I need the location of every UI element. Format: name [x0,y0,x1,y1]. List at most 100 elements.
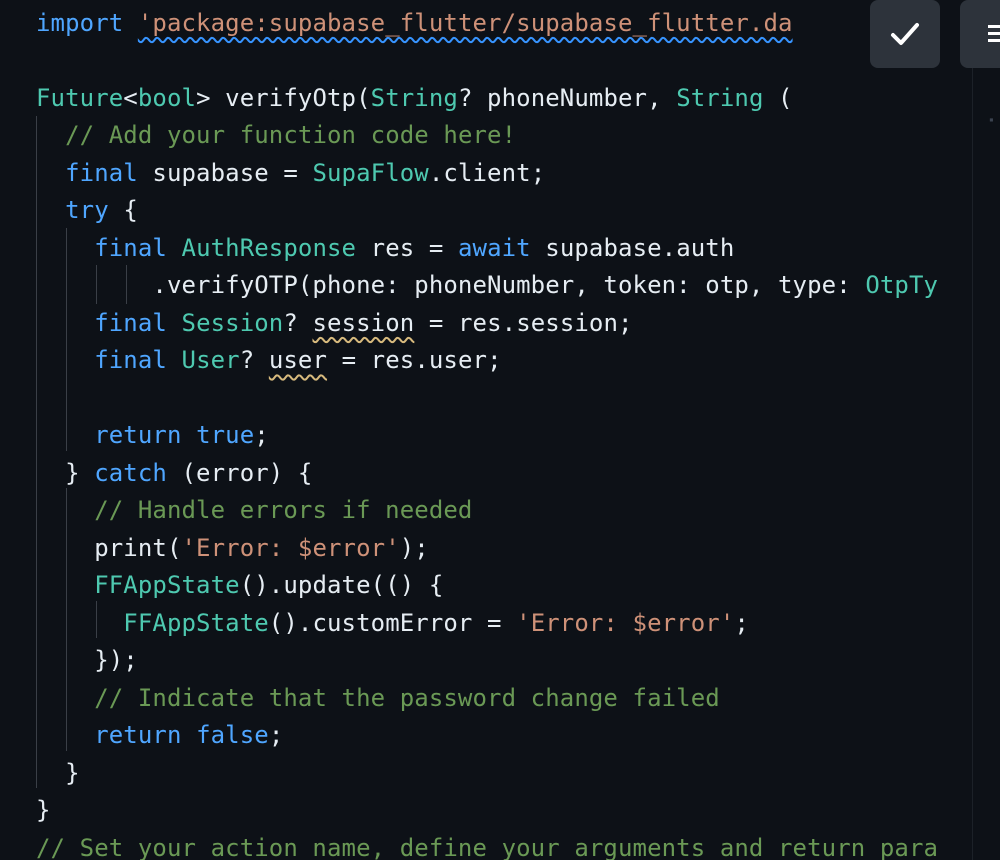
code-line: return false; [36,717,283,755]
code-line: FFAppState().update(() { [36,567,443,605]
code-token: // Indicate that the password change fai… [94,683,720,712]
code-token: return [94,721,182,749]
code-line: final Session? session = res.session; [36,305,633,343]
code-token: Future [36,83,124,112]
code-token: ); [399,533,429,562]
code-token: FFAppState [123,608,269,637]
code-token: > verifyOtp( [196,83,371,112]
code-token: 'Error: $error' [181,533,400,562]
code-token: FFAppState [94,571,240,599]
code-token: final [94,308,167,337]
code-token: String [676,83,764,112]
code-token: true [196,421,255,449]
code-token: = res.session; [414,308,633,337]
menu-button[interactable] [960,0,1000,68]
indent-guide [96,265,97,304]
code-token: < [123,83,138,112]
code-token: ( [763,83,793,112]
code-token: .verifyOTP(phone: phoneNumber, token: ot… [36,271,866,299]
indent-guide [36,116,37,788]
indent-guide [126,265,127,304]
code-token: ; [268,721,284,749]
code-token: OtpTy [865,271,939,299]
code-token: // Add your function code here! [65,121,517,149]
code-token: 'package:supabase_flutter/supabase_flutt… [137,8,793,37]
indent-guide [66,228,67,451]
code-token: ; [734,608,749,637]
code-line: } catch (error) { [36,455,312,493]
code-line: // Add your function code here! [36,117,516,155]
code-token: supabase = [137,158,313,187]
code-token: String [370,83,458,112]
code-token: Session [181,308,284,337]
menu-icon [988,25,1000,42]
code-line: // Handle errors if needed [36,492,472,530]
code-token: ? [239,346,269,374]
overview-ruler[interactable]: ▪ [972,0,1000,860]
code-token: User [181,346,240,374]
code-token: return [94,421,182,449]
code-token: catch [94,458,167,487]
code-token: } [36,796,51,824]
code-line: .verifyOTP(phone: phoneNumber, token: ot… [36,267,938,305]
code-token: { [108,196,138,224]
code-token: }); [36,646,138,674]
code-line: final User? user = res.user; [36,342,502,380]
check-icon [891,23,919,45]
code-line: import 'package:supabase_flutter/supabas… [36,5,793,43]
code-token: // Handle errors if needed [94,496,473,524]
code-line: print('Error: $error'); [36,530,429,568]
code-line: Future<bool> verifyOtp(String? phoneNumb… [36,80,793,118]
code-token: ; [254,421,269,449]
code-token: res = [356,233,458,262]
code-line: } [36,755,80,793]
code-token: .client; [428,158,546,187]
code-token: 'Error: $error' [516,608,735,637]
indent-guide [66,488,67,751]
code-token: user [268,346,328,374]
confirm-button[interactable] [870,0,940,68]
code-token: import [36,8,124,37]
code-token: ? phoneNumber, [457,83,677,112]
code-token: // Set your action name, define your arg… [36,833,939,860]
code-token: session [312,308,415,337]
indent-guide [96,601,97,638]
code-line: FFAppState().customError = 'Error: $erro… [36,605,749,643]
code-token: SupaFlow [312,158,429,187]
code-token: } [36,758,80,787]
code-token: (error) { [166,458,313,487]
code-line: // Set your action name, define your arg… [36,830,938,860]
code-line: final supabase = SupaFlow.client; [36,155,545,193]
code-token: final [65,158,138,187]
code-token: ? [283,308,313,337]
code-line: try { [36,192,138,230]
code-line: final AuthResponse res = await supabase.… [36,230,734,268]
code-line: // Indicate that the password change fai… [36,680,720,718]
code-line: } [36,792,51,830]
ruler-marker: ▪ [989,115,994,124]
code-token: AuthResponse [181,233,357,262]
code-editor[interactable]: import 'package:supabase_flutter/supabas… [0,0,972,860]
code-line: return true; [36,417,269,455]
code-line: }); [36,642,138,680]
code-token: } [36,458,95,487]
code-token: print( [36,533,182,562]
code-token: supabase.auth [530,233,735,262]
code-token: ().customError = [268,608,517,637]
code-token: await [457,233,531,262]
code-token: false [196,721,269,749]
code-token: bool [137,83,197,112]
code-token: ().update(() { [239,571,444,599]
code-token: = res.user; [327,346,502,374]
code-token: final [94,233,167,262]
